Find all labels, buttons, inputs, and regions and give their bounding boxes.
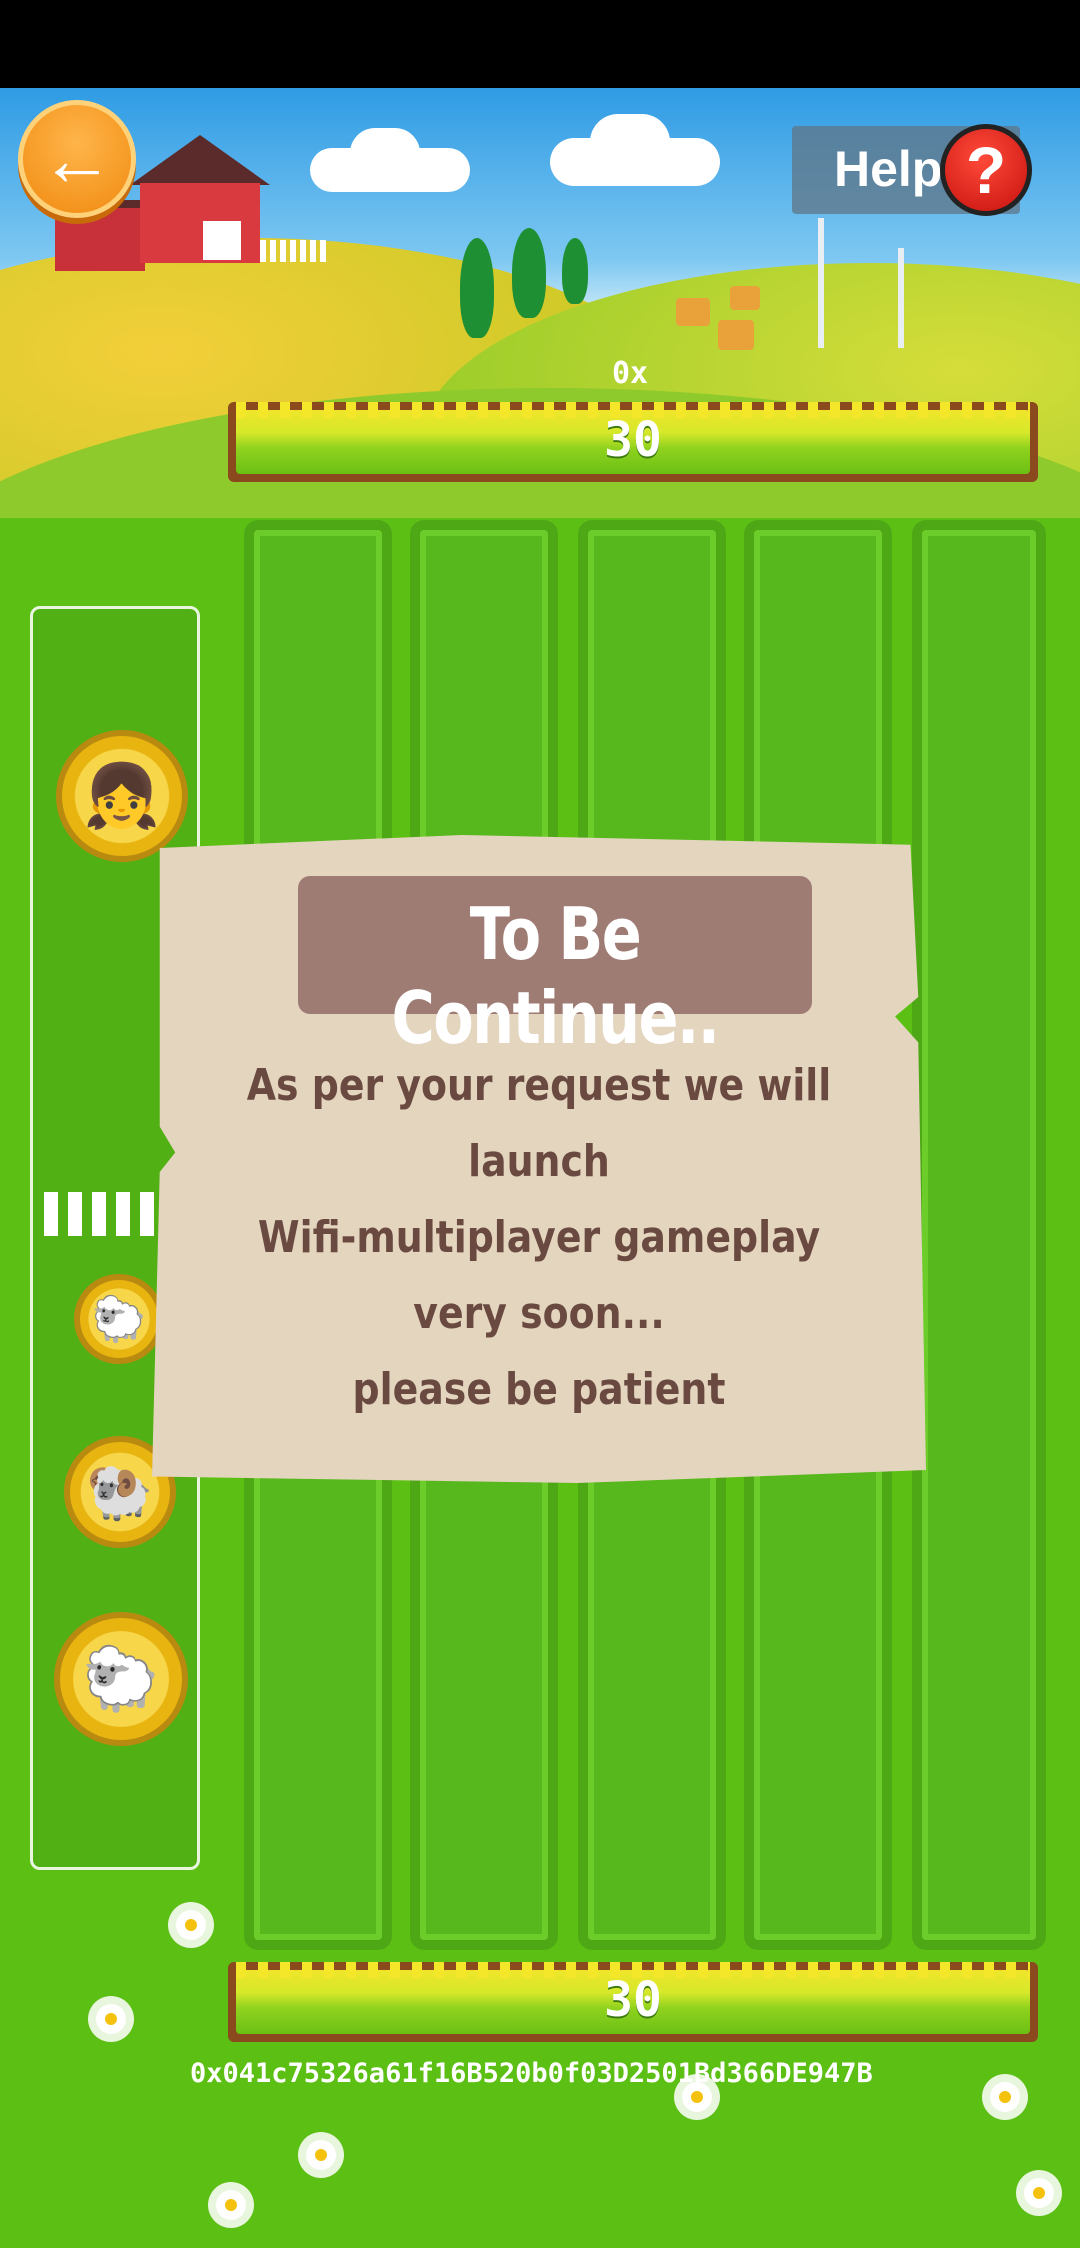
bottom-score-value: 30 (604, 1972, 662, 2028)
question-icon[interactable]: ? (940, 124, 1032, 216)
flower (1024, 2178, 1054, 2208)
windmill (818, 218, 824, 348)
tree (562, 238, 588, 304)
top-score-value: 30 (604, 412, 662, 468)
barn-roof (130, 135, 270, 185)
hay-bale (730, 286, 760, 310)
status-bar (0, 0, 1080, 88)
flower (216, 2190, 246, 2220)
cloud (590, 114, 670, 170)
wallet-address: 0x041c75326a61f16B520b0f03D2501Bd366DE94… (190, 2058, 873, 2089)
tree (460, 238, 494, 338)
fence (260, 240, 326, 262)
arrow-left-icon: ← (40, 117, 114, 201)
flower (176, 1910, 206, 1940)
dialog-message: As per your request we will launch Wifi-… (223, 1048, 854, 1428)
flower (990, 2082, 1020, 2112)
help-label[interactable]: Help (834, 140, 942, 198)
multiplier-label: 0x (612, 356, 649, 391)
field-lane[interactable] (912, 520, 1046, 1950)
fence (44, 1192, 164, 1236)
lamb-icon[interactable]: 🐑 (54, 1612, 188, 1746)
sheep-icon[interactable]: 🐑 (74, 1274, 164, 1364)
flower (306, 2140, 336, 2170)
cloud (350, 128, 420, 178)
flower (96, 2004, 126, 2034)
back-button[interactable]: ← (18, 100, 136, 218)
dialog-line: please be patient (352, 1364, 726, 1415)
tree (512, 228, 546, 318)
dialog-line: As per your request we will launch (246, 1060, 832, 1187)
hay-bale (718, 320, 754, 350)
farmer-girl-icon[interactable]: 👧 (56, 730, 188, 862)
hay-bale (676, 298, 710, 326)
flower (682, 2082, 712, 2112)
dialog-title: To Be Continue.. (391, 892, 721, 1060)
windmill (898, 248, 904, 348)
barn-door (200, 218, 244, 263)
dialog-line: Wifi-multiplayer gameplay very soon... (257, 1212, 821, 1339)
